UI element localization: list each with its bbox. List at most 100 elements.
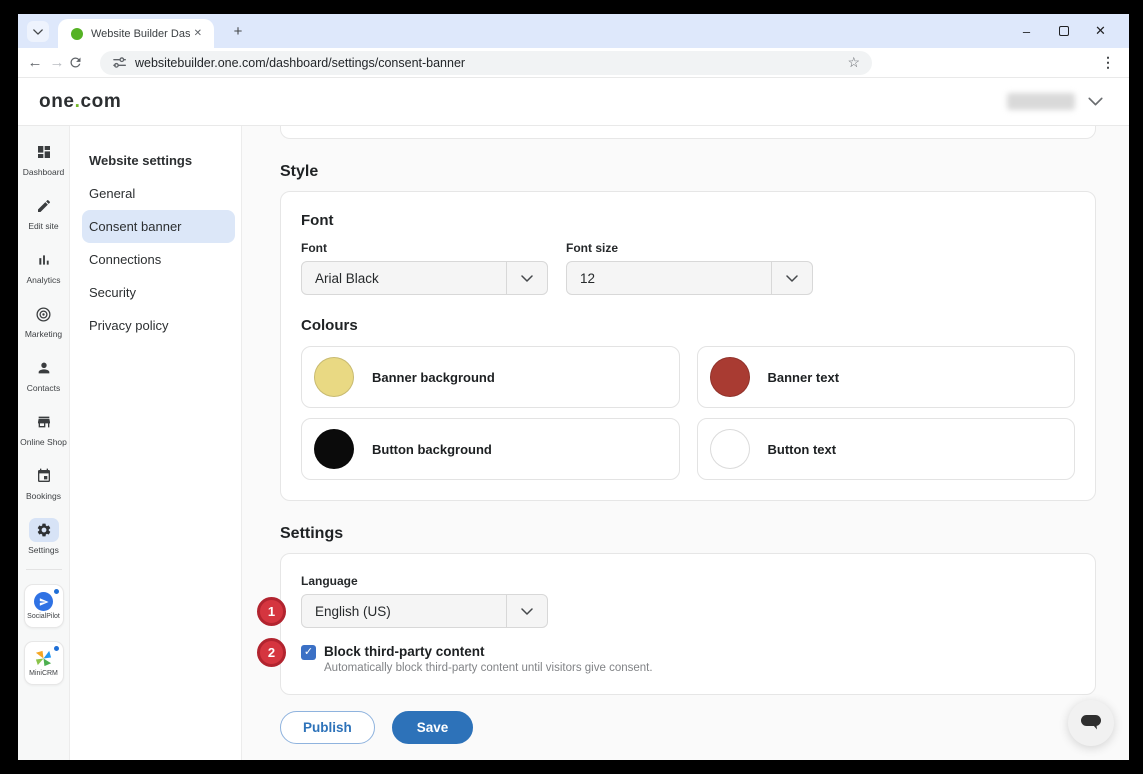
back-button[interactable]: ← bbox=[24, 54, 46, 71]
banner-background-swatch bbox=[314, 357, 354, 397]
bookings-icon bbox=[29, 464, 59, 488]
settings-section-title: Settings bbox=[280, 525, 1096, 543]
socialpilot-logo-icon bbox=[34, 592, 53, 611]
forward-button[interactable]: → bbox=[46, 54, 68, 71]
sidebar-app-socialpilot[interactable]: SocialPilot bbox=[24, 584, 64, 628]
chat-bubble-icon bbox=[1079, 714, 1103, 732]
sidebar-divider bbox=[26, 569, 62, 570]
style-card: Font Font Arial Black Font size bbox=[280, 191, 1096, 501]
settings-nav: Website settings General Consent banner … bbox=[70, 126, 242, 760]
language-select[interactable]: English (US) bbox=[301, 594, 548, 628]
language-label: Language bbox=[301, 574, 1075, 588]
sidebar-item-dashboard[interactable]: Dashboard bbox=[18, 140, 69, 177]
maximize-icon bbox=[1059, 26, 1069, 36]
url-text: websitebuilder.one.com/dashboard/setting… bbox=[135, 56, 847, 70]
font-size-field: Font size 12 bbox=[566, 241, 813, 295]
style-section-title: Style bbox=[280, 163, 1096, 181]
chevron-down-icon bbox=[771, 262, 812, 294]
browser-menu-icon[interactable]: ⋮ bbox=[1101, 54, 1115, 71]
reload-button[interactable] bbox=[68, 55, 90, 70]
action-buttons: Publish Save bbox=[280, 711, 1096, 744]
chevron-down-icon bbox=[33, 29, 43, 35]
app-body: Dashboard Edit site Analytics Marketing bbox=[18, 126, 1129, 760]
notification-dot bbox=[54, 646, 59, 651]
save-button[interactable]: Save bbox=[392, 711, 474, 744]
close-window-button[interactable]: ✕ bbox=[1082, 14, 1119, 48]
font-select[interactable]: Arial Black bbox=[301, 261, 548, 295]
settings-gear-icon bbox=[29, 518, 59, 542]
app-header: one.com bbox=[18, 78, 1129, 126]
online-shop-icon bbox=[29, 410, 59, 434]
browser-tab[interactable]: Website Builder Dashboard ✕ bbox=[58, 19, 214, 48]
button-background-swatch bbox=[314, 429, 354, 469]
font-size-select[interactable]: 12 bbox=[566, 261, 813, 295]
nav-item-connections[interactable]: Connections bbox=[82, 243, 235, 276]
colours-group-title: Colours bbox=[301, 317, 1075, 334]
language-select-value: English (US) bbox=[302, 604, 506, 619]
new-tab-button[interactable]: + bbox=[228, 22, 248, 42]
contacts-icon bbox=[29, 356, 59, 380]
block-third-party-row: ✓ Block third-party content Automaticall… bbox=[301, 644, 1075, 674]
maximize-button[interactable] bbox=[1045, 14, 1082, 48]
previous-card-bottom bbox=[280, 126, 1096, 139]
minimize-button[interactable]: – bbox=[1008, 14, 1045, 48]
nav-item-general[interactable]: General bbox=[82, 177, 235, 210]
site-settings-icon bbox=[112, 55, 127, 70]
settings-nav-title: Website settings bbox=[89, 144, 229, 177]
nav-item-security[interactable]: Security bbox=[82, 276, 235, 309]
sidebar-item-contacts[interactable]: Contacts bbox=[18, 356, 69, 393]
url-bar[interactable]: websitebuilder.one.com/dashboard/setting… bbox=[100, 51, 872, 75]
tab-close-icon[interactable]: ✕ bbox=[190, 26, 206, 41]
font-field: Font Arial Black bbox=[301, 241, 548, 295]
publish-button[interactable]: Publish bbox=[280, 711, 375, 744]
minicrm-logo-icon bbox=[34, 649, 53, 668]
sidebar-item-bookings[interactable]: Bookings bbox=[18, 464, 69, 501]
analytics-icon bbox=[29, 248, 59, 272]
sidebar-item-edit-site[interactable]: Edit site bbox=[18, 194, 69, 231]
reload-icon bbox=[68, 55, 83, 70]
browser-window: Website Builder Dashboard ✕ + – ✕ ← → we… bbox=[18, 14, 1129, 760]
chevron-down-icon bbox=[506, 595, 547, 627]
annotation-circle-2: 2 bbox=[257, 638, 286, 667]
sidebar-item-analytics[interactable]: Analytics bbox=[18, 248, 69, 285]
edit-site-icon bbox=[29, 194, 59, 218]
dashboard-icon bbox=[29, 140, 59, 164]
nav-item-privacy-policy[interactable]: Privacy policy bbox=[82, 309, 235, 342]
one-com-logo: one.com bbox=[39, 91, 121, 113]
sidebar-item-settings[interactable]: Settings bbox=[18, 518, 69, 555]
sidebar-item-online-shop[interactable]: Online Shop bbox=[18, 410, 69, 447]
chevron-down-icon bbox=[506, 262, 547, 294]
browser-tab-strip: Website Builder Dashboard ✕ + – ✕ bbox=[18, 14, 1129, 48]
colour-button-text[interactable]: Button text bbox=[697, 418, 1076, 480]
font-group-title: Font bbox=[301, 212, 1075, 229]
tab-favicon-icon bbox=[71, 28, 83, 40]
tab-search-button[interactable] bbox=[27, 21, 49, 42]
settings-card: 1 2 Language English (US) ✓ Block third-… bbox=[280, 553, 1096, 695]
font-label: Font bbox=[301, 241, 548, 255]
annotation-circle-1: 1 bbox=[257, 597, 286, 626]
icon-sidebar: Dashboard Edit site Analytics Marketing bbox=[18, 126, 70, 760]
colour-grid: Banner background Banner text Button bac… bbox=[301, 346, 1075, 480]
nav-item-consent-banner[interactable]: Consent banner bbox=[82, 210, 235, 243]
browser-toolbar: ← → websitebuilder.one.com/dashboard/set… bbox=[18, 48, 1129, 78]
colour-banner-background[interactable]: Banner background bbox=[301, 346, 680, 408]
marketing-icon bbox=[29, 302, 59, 326]
bookmark-star-icon[interactable]: ☆ bbox=[847, 54, 860, 71]
sidebar-app-minicrm[interactable]: MiniCRM bbox=[24, 641, 64, 685]
button-text-swatch bbox=[710, 429, 750, 469]
main-content: Style Font Font Arial Black Fon bbox=[242, 126, 1129, 760]
chevron-down-icon bbox=[1088, 97, 1103, 106]
block-third-party-checkbox[interactable]: ✓ bbox=[301, 645, 316, 660]
tab-title: Website Builder Dashboard bbox=[91, 28, 190, 40]
colour-button-background[interactable]: Button background bbox=[301, 418, 680, 480]
sidebar-item-marketing[interactable]: Marketing bbox=[18, 302, 69, 339]
font-size-select-value: 12 bbox=[567, 271, 771, 286]
colour-banner-text[interactable]: Banner text bbox=[697, 346, 1076, 408]
notification-dot bbox=[54, 589, 59, 594]
window-controls: – ✕ bbox=[1008, 14, 1119, 48]
font-select-value: Arial Black bbox=[302, 271, 506, 286]
block-third-party-description: Automatically block third-party content … bbox=[324, 662, 653, 674]
font-size-label: Font size bbox=[566, 241, 813, 255]
account-menu[interactable] bbox=[1007, 93, 1103, 110]
chat-widget-button[interactable] bbox=[1068, 700, 1114, 746]
